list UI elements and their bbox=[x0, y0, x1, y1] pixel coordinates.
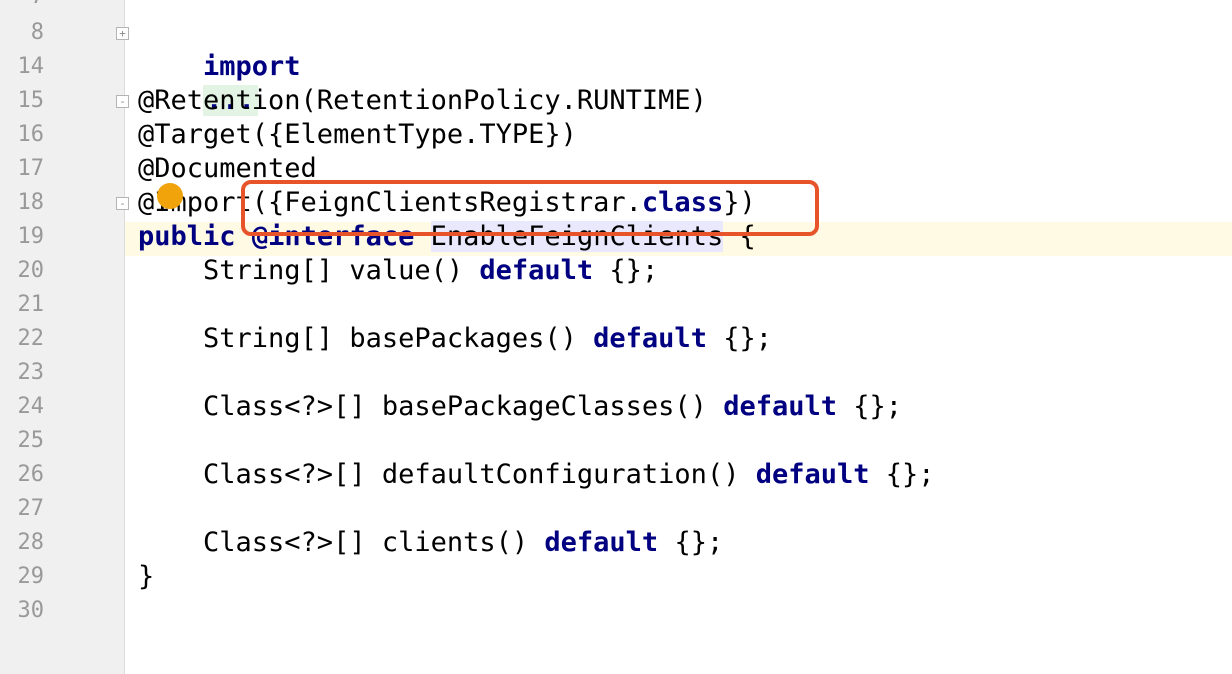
highlight-annotation-box bbox=[241, 180, 819, 236]
code-line-20[interactable]: String[] value() default {}; bbox=[138, 254, 658, 288]
default-keyword: default bbox=[755, 459, 870, 490]
line-number: 27 bbox=[17, 496, 45, 521]
line-number: 21 bbox=[17, 292, 45, 317]
fold-collapse-icon[interactable]: - bbox=[116, 197, 129, 210]
default-keyword: default bbox=[544, 527, 659, 558]
code-line-16[interactable]: @Target({ElementType.TYPE}) bbox=[138, 118, 577, 152]
public-keyword: public bbox=[138, 221, 236, 252]
method-signature: String[] value() bbox=[138, 255, 480, 286]
default-value: {}; bbox=[837, 391, 903, 422]
import-keyword: import bbox=[203, 51, 301, 82]
code-line-15[interactable]: @Retention(RetentionPolicy.RUNTIME) bbox=[138, 84, 707, 118]
line-number: 26 bbox=[17, 462, 45, 487]
line-number: 30 bbox=[17, 598, 45, 623]
method-signature: String[] basePackages() bbox=[138, 323, 594, 354]
line-number: 23 bbox=[17, 360, 45, 385]
line-number-gutter: 7 8 14 15 16 17 18 19 20 21 22 23 24 25 … bbox=[0, 0, 125, 674]
code-editor[interactable]: 7 8 14 15 16 17 18 19 20 21 22 23 24 25 … bbox=[0, 0, 1232, 674]
default-keyword: default bbox=[593, 323, 707, 354]
intention-bulb-icon[interactable] bbox=[157, 183, 183, 209]
line-number: 18 bbox=[17, 190, 45, 215]
line-number: 19 bbox=[17, 224, 45, 249]
code-line-28[interactable]: Class<?>[] clients() default {}; bbox=[138, 526, 723, 560]
default-value: {}; bbox=[658, 527, 724, 558]
line-number: 17 bbox=[17, 156, 45, 181]
default-value: {}; bbox=[706, 323, 772, 354]
line-number: 7 bbox=[0, 0, 44, 14]
method-signature: Class<?>[] defaultConfiguration() bbox=[138, 459, 756, 490]
code-line-24[interactable]: Class<?>[] basePackageClasses() default … bbox=[138, 390, 902, 424]
default-keyword: default bbox=[479, 255, 594, 286]
default-keyword: default bbox=[723, 391, 837, 422]
code-line-26[interactable]: Class<?>[] defaultConfiguration() defaul… bbox=[138, 458, 935, 492]
fold-expand-icon[interactable]: + bbox=[116, 27, 129, 40]
method-signature: Class<?>[] basePackageClasses() bbox=[138, 391, 724, 422]
line-number: 16 bbox=[17, 122, 45, 147]
code-line-8[interactable]: import ... bbox=[138, 16, 301, 116]
line-number: 25 bbox=[17, 428, 45, 453]
default-value: {}; bbox=[869, 459, 935, 490]
line-number: 15 bbox=[17, 88, 45, 113]
code-line-22[interactable]: String[] basePackages() default {}; bbox=[138, 322, 772, 356]
code-line-29[interactable]: } bbox=[138, 560, 154, 594]
line-number: 29 bbox=[17, 564, 45, 589]
method-signature: Class<?>[] clients() bbox=[138, 527, 545, 558]
line-number: 28 bbox=[17, 530, 45, 555]
line-number: 20 bbox=[17, 258, 45, 283]
line-number: 14 bbox=[17, 54, 45, 79]
line-number: 24 bbox=[17, 394, 45, 419]
default-value: {}; bbox=[593, 255, 659, 286]
fold-collapse-icon[interactable]: - bbox=[116, 95, 129, 108]
line-number: 22 bbox=[17, 326, 45, 351]
line-number: 8 bbox=[30, 20, 44, 45]
